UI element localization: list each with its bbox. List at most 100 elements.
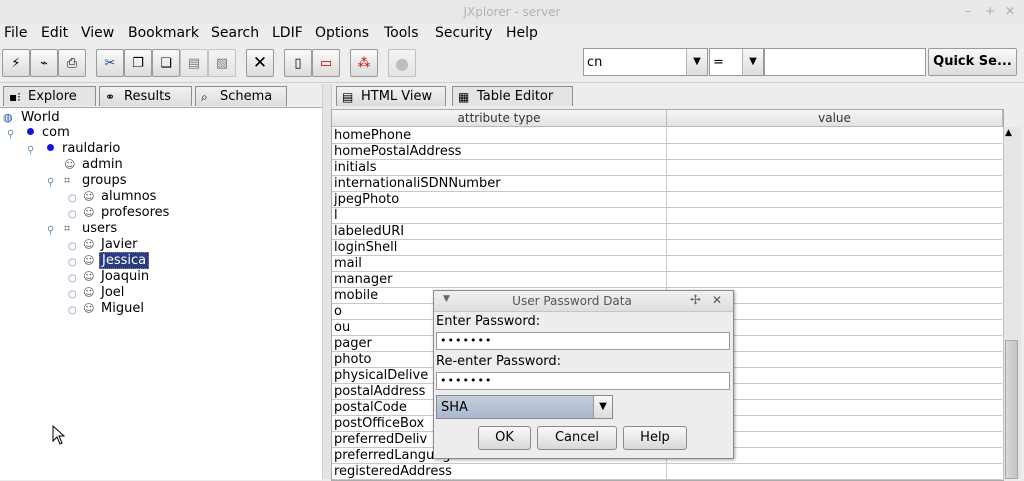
attribute-name-cell: physicalDelive [334,368,429,383]
tab-table-editor[interactable]: ▦ Table Editor [452,86,573,106]
table-row[interactable]: homePhone [332,128,1002,144]
rename-button[interactable]: ▭ [312,49,340,77]
tree-node-admin[interactable]: ☺ admin [64,157,125,172]
tree-node-rauldario[interactable]: rauldario [47,141,122,156]
expand-handle-icon[interactable]: ⚲ [47,177,54,188]
close-window-icon[interactable]: ✕ [1005,4,1015,18]
tree-node-user[interactable]: ☺ Javier [83,237,139,252]
tab-results[interactable]: ⚭ Results [99,86,192,106]
dialog-close-icon[interactable]: ✕ [712,293,722,307]
new-entry-button[interactable]: ▯ [284,49,312,77]
disconnect-button[interactable]: ⌁ [30,49,58,77]
expand-handle-icon[interactable]: ○ [68,257,77,268]
paste-alias-button[interactable]: ▧ [208,49,236,77]
menu-view[interactable]: View [81,25,114,41]
tree-node-alumnos[interactable]: ☺ alumnos [83,189,158,204]
expand-handle-icon[interactable]: ⚲ [47,225,54,236]
hash-algorithm-select[interactable]: SHA ▼ [436,395,613,419]
copy-button[interactable]: ❐ [124,49,152,77]
expand-handle-icon[interactable]: ○ [68,209,77,220]
attribute-name-cell: postalCode [334,400,407,415]
print-button[interactable]: ⎙ [58,49,86,77]
stop-button[interactable]: ● [388,49,416,77]
table-row[interactable]: labeledURI [332,224,1002,240]
table-row[interactable]: homePostalAddress [332,144,1002,160]
table-row[interactable]: registeredAddress [332,464,1002,480]
menu-security[interactable]: Security [435,25,493,41]
reenter-password-field[interactable]: ••••••• [436,372,730,390]
tab-html-view[interactable]: ▤ HTML View [336,86,446,106]
operator-select[interactable]: = ▼ [709,48,764,76]
attribute-name-cell: internationaliSDNNumber [334,176,501,191]
expand-handle-icon[interactable]: ○ [68,289,77,300]
table-row[interactable]: jpegPhoto [332,192,1002,208]
refresh-button[interactable]: ⁂ [350,49,378,77]
expand-handle-icon[interactable]: ○ [68,273,77,284]
table-row[interactable]: initials [332,160,1002,176]
table-row[interactable]: manager [332,272,1002,288]
chevron-down-icon[interactable]: ▼ [742,49,763,75]
menu-edit[interactable]: Edit [41,25,68,41]
menu-ldif[interactable]: LDIF [272,25,303,41]
menu-bookmark[interactable]: Bookmark [128,25,199,41]
person-icon: ☺ [83,286,95,299]
delete-button[interactable]: ✕ [246,49,274,77]
tree-node-com[interactable]: com [27,125,72,140]
expand-handle-icon[interactable]: ○ [68,241,77,252]
expand-handle-icon[interactable]: ○ [68,193,77,204]
tree-node-user[interactable]: ☺ Joel [83,285,126,300]
help-button[interactable]: Help [623,426,687,450]
search-value-input[interactable] [764,48,926,76]
tree-node-user-selected[interactable]: ☺ Jessica [83,252,150,269]
tree-node-users[interactable]: ⌗ users [64,221,119,236]
enter-password-field[interactable]: ••••••• [436,332,730,350]
attribute-select-value: cn [587,55,603,70]
table-row[interactable]: internationaliSDNNumber [332,176,1002,192]
plug-icon: ⚡ [11,55,21,71]
tree-node-profesores[interactable]: ☺ profesores [83,205,171,220]
cancel-button[interactable]: Cancel [537,426,617,450]
attribute-select[interactable]: cn ▼ [583,48,708,76]
tree-node-groups[interactable]: ⌗ groups [64,173,129,188]
expand-handle-icon[interactable]: ⚲ [27,145,34,156]
maximize-icon[interactable]: + [985,4,995,18]
attribute-name-cell: initials [334,160,377,175]
table-row[interactable]: l [332,208,1002,224]
menu-tools[interactable]: Tools [384,25,419,41]
tab-explore[interactable]: ▪⁝ Explore [3,86,96,106]
paste-button[interactable]: ▤ [180,49,208,77]
expand-handle-icon[interactable]: ⚲ [7,129,14,140]
dialog-title-bar[interactable]: ▼ User Password Data ✢ ✕ [434,291,733,312]
tab-schema[interactable]: ⌕ Schema [195,86,287,106]
copy-dn-button[interactable]: ❏ [152,49,180,77]
tree-node-user[interactable]: ☺ Joaquin [83,269,151,284]
tree-node-user[interactable]: ☺ Miguel [83,301,146,316]
globe-icon: ◍ [3,111,13,124]
column-header-attribute[interactable]: attribute type [332,110,667,127]
menu-search[interactable]: Search [211,25,259,41]
chevron-down-icon[interactable]: ▼ [686,49,707,75]
table-row[interactable]: loginShell [332,240,1002,256]
chevron-down-icon[interactable]: ▼ [593,396,612,418]
menu-options[interactable]: Options [315,25,369,41]
column-header-value[interactable]: value [667,110,1003,127]
column-divider [666,128,667,144]
expand-handle-icon[interactable]: ○ [68,305,77,316]
menu-help[interactable]: Help [506,25,538,41]
tree-node-world[interactable]: ◍ World [3,109,62,125]
refresh-dots-icon: ⁂ [357,55,371,71]
cut-button[interactable]: ✂ [96,49,124,77]
scroll-up-icon[interactable]: ▲ [1005,128,1012,138]
ok-button[interactable]: OK [478,426,531,450]
scrollbar-thumb[interactable] [1005,340,1018,479]
quick-search-button[interactable]: Quick Se... [928,48,1017,76]
domain-dot-icon [27,128,34,135]
dialog-maximize-icon[interactable]: ✢ [690,293,701,308]
menu-file[interactable]: File [4,25,27,41]
attribute-name-cell: registeredAddress [334,464,452,479]
person-icon: ☺ [83,190,95,203]
connect-button[interactable]: ⚡ [2,49,30,77]
copy-icon: ❐ [132,55,144,71]
table-row[interactable]: mail [332,256,1002,272]
minimize-icon[interactable]: – [965,4,971,18]
